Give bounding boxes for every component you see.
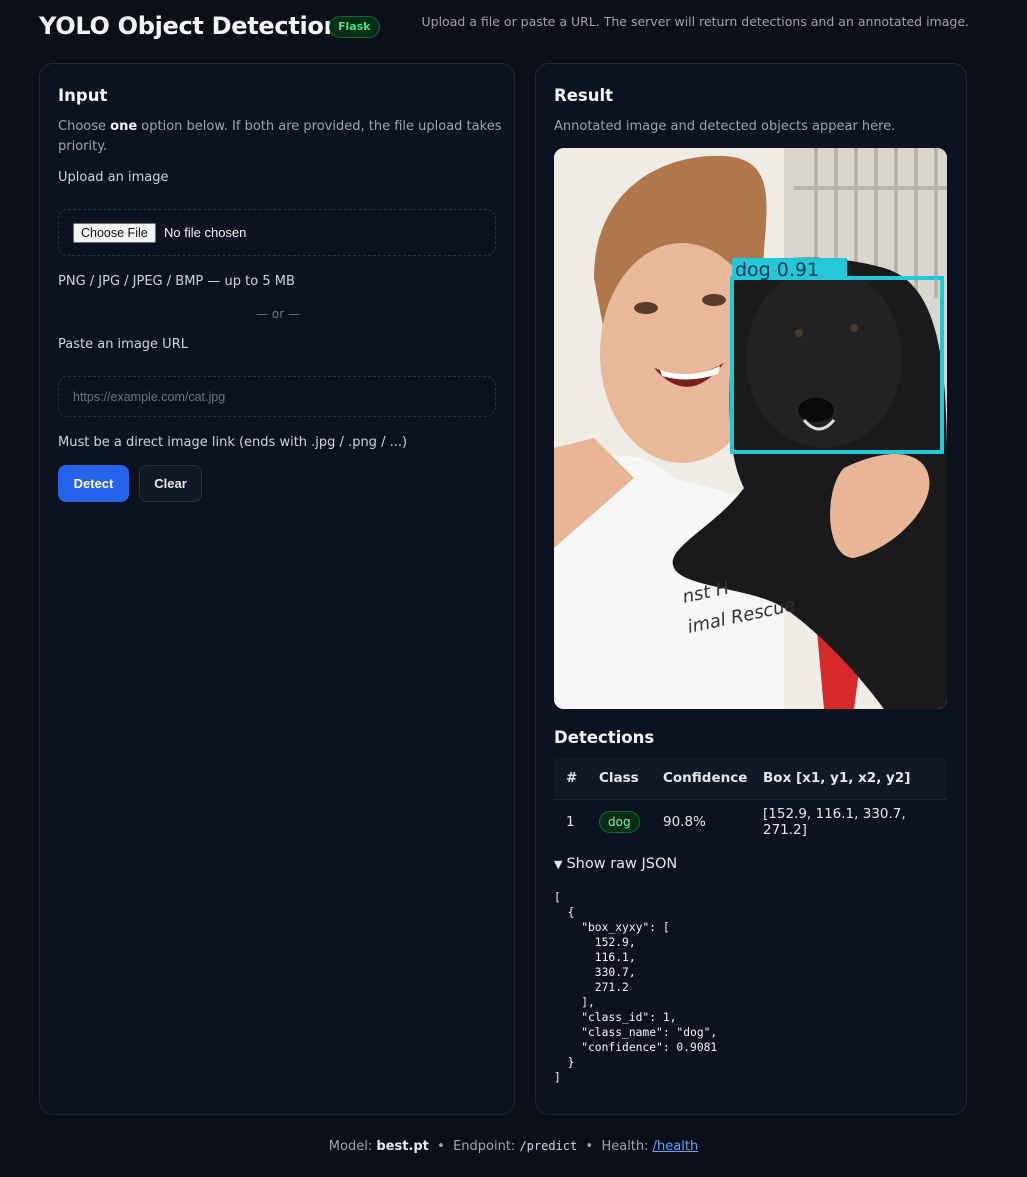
url-hint: Must be a direct image link (ends with .… <box>58 435 408 450</box>
col-num: # <box>554 758 599 800</box>
file-hint: PNG / JPG / JPEG / BMP — up to 5 MB <box>58 274 295 289</box>
table-header-row: # Class Confidence Box [x1, y1, x2, y2] <box>554 758 947 800</box>
choose-file-button[interactable]: Choose File <box>73 223 156 243</box>
annotated-photo: nst H imal Rescue dog 0.91 <box>554 148 947 709</box>
footer-model-value: best.pt <box>376 1139 429 1154</box>
disclosure-triangle-icon: ▼ <box>554 858 563 871</box>
result-subtitle: Annotated image and detected objects app… <box>554 119 896 134</box>
col-class: Class <box>599 758 663 800</box>
bbox-label: dog 0.91 <box>735 259 819 281</box>
row-class-cell: dog <box>599 799 663 845</box>
intro-emphasis: one <box>110 119 138 134</box>
clear-button[interactable]: Clear <box>139 465 202 502</box>
file-status: No file chosen <box>164 225 247 240</box>
footer-separator: • <box>437 1139 445 1154</box>
footer: Model: best.pt • Endpoint: /predict • He… <box>0 1139 1027 1154</box>
footer-endpoint-label: Endpoint: <box>453 1139 520 1154</box>
result-card: Result Annotated image and detected obje… <box>535 63 967 1115</box>
raw-json-toggle-label: Show raw JSON <box>566 856 678 872</box>
raw-json: [ { "box_xyxy": [ 152.9, 116.1, 330.7, 2… <box>554 891 718 1084</box>
page-title: YOLO Object Detection <box>39 12 341 40</box>
url-label: Paste an image URL <box>58 337 188 352</box>
raw-json-toggle[interactable]: ▼ Show raw JSON <box>554 856 677 872</box>
result-card-title: Result <box>554 86 614 105</box>
class-badge: dog <box>599 811 640 834</box>
page-subtitle: Upload a file or paste a URL. The server… <box>421 14 970 29</box>
page-header: YOLO Object Detection Flask Upload a fil… <box>39 12 969 46</box>
col-confidence: Confidence <box>663 758 763 800</box>
row-box: [152.9, 116.1, 330.7, 271.2] <box>763 806 906 839</box>
upload-label: Upload an image <box>58 170 169 185</box>
detections-title: Detections <box>554 728 655 747</box>
health-link[interactable]: /health <box>653 1139 699 1154</box>
footer-health-label: Health: <box>601 1139 653 1154</box>
footer-separator: • <box>585 1139 594 1154</box>
footer-model-label: Model: <box>328 1139 377 1154</box>
or-divider: — or — <box>256 307 300 321</box>
detections-table: # Class Confidence Box [x1, y1, x2, y2] … <box>554 758 947 845</box>
input-intro: Choose one option below. If both are pro… <box>58 117 503 157</box>
table-row: 1 dog 90.8% [152.9, 116.1, 330.7, 271.2] <box>554 799 947 845</box>
input-card-title: Input <box>58 86 108 105</box>
footer-endpoint-value: /predict <box>519 1139 578 1153</box>
input-card: Input Choose one option below. If both a… <box>39 63 515 1115</box>
row-num: 1 <box>566 814 575 831</box>
intro-text: Choose <box>58 119 111 134</box>
url-input[interactable] <box>58 376 496 417</box>
row-confidence: 90.8% <box>663 814 706 831</box>
col-box: Box [x1, y1, x2, y2] <box>763 758 947 800</box>
annotated-image: nst H imal Rescue dog 0.91 <box>554 148 947 709</box>
framework-badge: Flask <box>329 16 380 38</box>
detect-button[interactable]: Detect <box>58 465 129 502</box>
file-upload-field[interactable]: Choose File No file chosen <box>58 209 496 256</box>
